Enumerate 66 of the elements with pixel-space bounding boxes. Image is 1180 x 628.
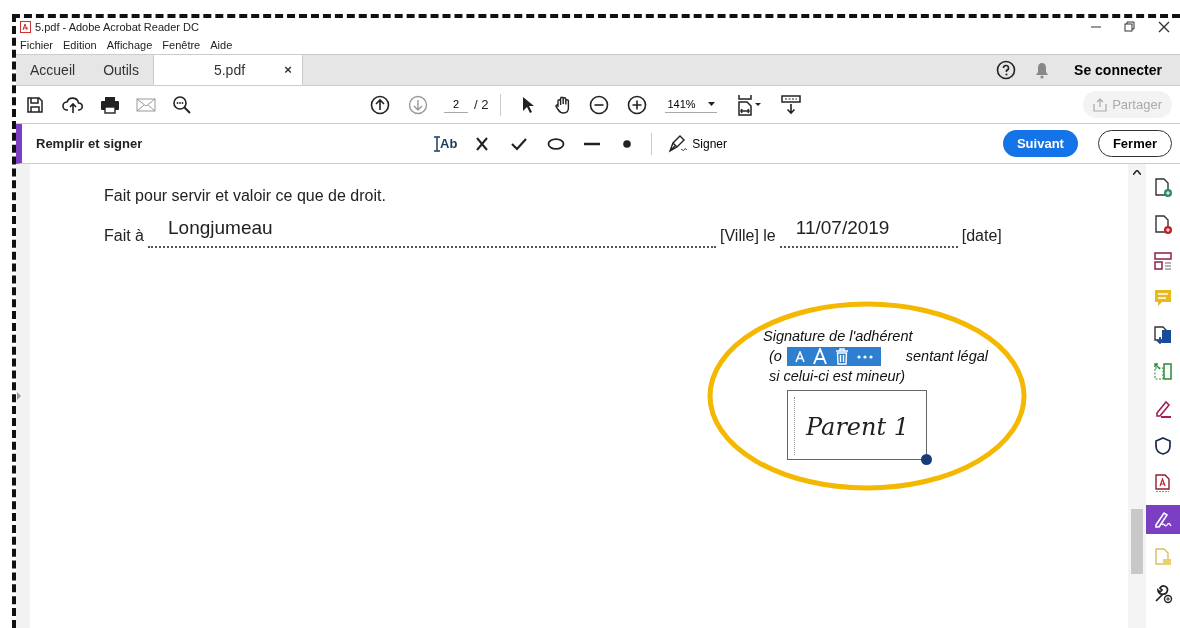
next-page-icon[interactable] — [408, 94, 428, 115]
restore-icon[interactable] — [1124, 21, 1136, 33]
check-mark-icon[interactable] — [511, 136, 528, 151]
pointer-icon[interactable] — [521, 95, 536, 114]
zoom-out-icon[interactable] — [589, 94, 610, 115]
add-text-button[interactable]: Ab — [434, 133, 458, 154]
handwritten-signature: Parent 1 — [806, 412, 910, 443]
scroll-thumb[interactable] — [1131, 509, 1143, 574]
pdf-file-icon — [20, 21, 31, 33]
small-letter-icon[interactable] — [795, 350, 805, 363]
more-icon[interactable] — [857, 354, 873, 359]
sign-in-link[interactable]: Se connecter — [1068, 58, 1168, 82]
ellipse-tool-icon[interactable] — [547, 137, 566, 150]
signature-pen-icon[interactable] — [1146, 505, 1180, 534]
close-icon[interactable] — [1158, 21, 1170, 33]
signature-caption: sentant légal — [905, 347, 988, 366]
help-icon[interactable] — [996, 60, 1017, 80]
bell-icon[interactable] — [1034, 61, 1051, 79]
caret-icon — [708, 102, 716, 106]
fit-page-icon[interactable] — [737, 93, 764, 116]
signature-caption: Signature de l'adhérent — [763, 327, 914, 346]
signature-caption: (o — [769, 347, 782, 366]
search-icon[interactable] — [172, 94, 192, 115]
previous-page-icon[interactable] — [370, 94, 390, 115]
large-letter-icon[interactable] — [813, 348, 827, 365]
menu-item[interactable]: Fenêtre — [162, 36, 201, 54]
zoom-in-icon[interactable] — [627, 94, 648, 115]
expand-panel-icon[interactable] — [16, 392, 22, 400]
document-text: Fait pour servir et valoir ce que de droit. — [104, 186, 386, 206]
zoom-dropdown[interactable]: 141% — [665, 95, 718, 114]
field-label: Fait à — [104, 226, 144, 246]
tab-label: 5.pdf — [213, 60, 246, 80]
dot-tool-icon[interactable] — [623, 139, 632, 148]
email-icon[interactable] — [136, 96, 156, 113]
line-tool-icon[interactable] — [583, 141, 602, 146]
pen-icon — [668, 134, 689, 153]
text-cursor-icon — [434, 135, 440, 152]
print-icon[interactable] — [100, 95, 120, 114]
field-label: [date] — [961, 226, 1002, 246]
signature-field[interactable]: Parent 1 — [787, 390, 927, 460]
cloud-upload-icon[interactable] — [62, 94, 84, 115]
save-icon[interactable] — [26, 95, 44, 114]
scrollbar[interactable] — [1128, 164, 1146, 628]
field-value: Longjumeau — [168, 215, 273, 240]
scroll-up-icon[interactable] — [1133, 170, 1141, 175]
field-label: [Ville] le — [720, 226, 776, 246]
signature-caption: si celui-ci est mineur) — [768, 367, 907, 386]
page-number-field[interactable]: 2 — [444, 95, 468, 114]
tool-title: Remplir et signer — [35, 134, 144, 153]
trash-icon[interactable] — [835, 348, 849, 365]
share-icon — [1093, 97, 1108, 112]
window-title: 5.pdf - Adobe Acrobat Reader DC — [35, 19, 199, 35]
field-value: 11/07/2019 — [795, 215, 890, 240]
sign-button[interactable]: Signer — [668, 134, 728, 153]
menu-item[interactable]: Affichage — [106, 36, 153, 54]
next-button[interactable]: Suivant — [1002, 129, 1078, 158]
cross-mark-icon[interactable] — [475, 136, 490, 151]
tab[interactable]: 5.pdf × — [152, 55, 303, 85]
close-tool-button[interactable]: Fermer — [1097, 129, 1172, 158]
scroll-mode-icon[interactable] — [781, 94, 802, 115]
tab-close-button[interactable]: × — [284, 60, 292, 80]
page-total: / 2 — [474, 95, 489, 114]
menu-item[interactable]: Aide — [210, 36, 233, 54]
menu-item[interactable]: Fichier — [20, 36, 53, 54]
resize-handle[interactable] — [921, 454, 932, 465]
menu-item[interactable]: Edition — [63, 36, 97, 54]
